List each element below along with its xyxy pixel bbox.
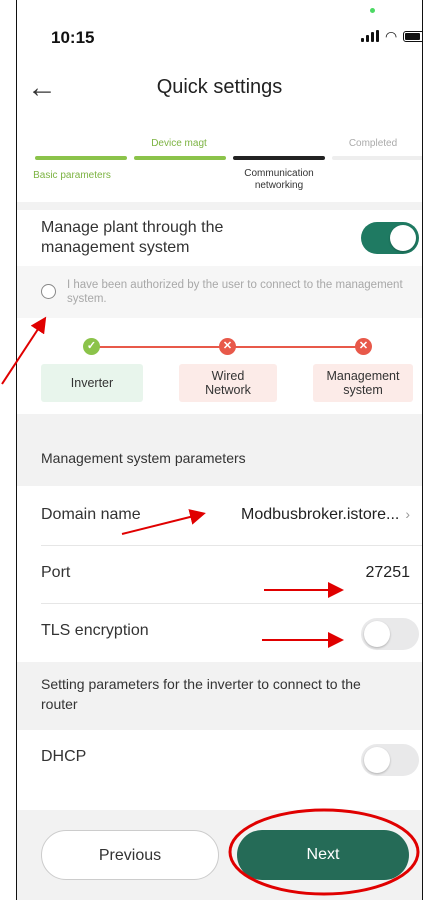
port-value[interactable]: 27251: [366, 564, 411, 582]
step-bar-communication: [233, 156, 325, 160]
step-bar-completed: [332, 156, 422, 160]
node-box-inverter: Inverter: [41, 364, 143, 402]
section-header-bg: Management system parameters: [17, 414, 422, 486]
page-title: Quick settings: [156, 76, 283, 98]
manage-plant-toggle[interactable]: [361, 222, 419, 254]
step-label-basic: Basic parameters: [33, 170, 111, 181]
footer-bar: Previous Next: [17, 810, 422, 900]
previous-button[interactable]: Previous: [41, 830, 219, 880]
port-row[interactable]: Port 27251: [17, 546, 422, 604]
battery-icon: [403, 31, 422, 42]
authorization-text: I have been authorized by the user to co…: [67, 279, 403, 305]
error-x-icon: ✕: [355, 338, 372, 355]
manage-plant-label: Manage plant through the management syst…: [41, 219, 224, 256]
dhcp-row: DHCP: [17, 730, 422, 788]
domain-name-row[interactable]: Domain name Modbusbroker.istore... ›: [17, 488, 422, 546]
dhcp-label: DHCP: [41, 748, 87, 765]
status-bar: 10:15 ◠: [17, 0, 422, 70]
chevron-right-icon: ›: [405, 506, 410, 522]
domain-name-text: Modbusbroker.istore...: [241, 506, 400, 523]
section-header-bg: Setting parameters for the inverter to c…: [17, 662, 422, 730]
connector-line-2: [235, 346, 365, 348]
status-icons: ◠: [361, 28, 422, 44]
connector-line-1: [99, 346, 229, 348]
step-label-completed: Completed: [348, 138, 398, 149]
tls-label: TLS encryption: [41, 622, 149, 639]
step-bar-device: [134, 156, 226, 160]
mic-indicator-dot: [370, 8, 375, 13]
error-x-icon: ✕: [219, 338, 236, 355]
section-title-router: Setting parameters for the inverter to c…: [41, 676, 361, 712]
node-box-management-system: Management system: [313, 364, 413, 402]
authorization-radio[interactable]: [41, 284, 56, 299]
authorization-row[interactable]: I have been authorized by the user to co…: [17, 266, 422, 318]
node-box-wired-network: Wired Network: [179, 364, 277, 402]
nav-header: ← Quick settings: [17, 66, 422, 114]
domain-name-value: Modbusbroker.istore... ›: [241, 506, 410, 524]
signal-icon: [361, 30, 379, 42]
wifi-icon: ◠: [385, 28, 398, 44]
section-divider: [17, 202, 422, 210]
section-title-management: Management system parameters: [41, 450, 246, 466]
domain-name-label: Domain name: [41, 506, 141, 523]
next-button[interactable]: Next: [237, 830, 409, 880]
progress-stepper: Basic parameters Device magt Communicati…: [17, 118, 422, 202]
step-label-device: Device magt: [151, 138, 207, 149]
phone-screen: 10:15 ◠ ← Quick settings Basic parameter…: [16, 0, 423, 900]
dhcp-toggle[interactable]: [361, 744, 419, 776]
status-time: 10:15: [51, 28, 95, 47]
network-status-diagram: ✓ ✕ ✕ Inverter Wired Network Management …: [17, 324, 422, 414]
check-icon: ✓: [83, 338, 100, 355]
step-label-communication: Communication networking: [244, 168, 314, 191]
port-label: Port: [41, 564, 71, 581]
step-bar-basic: [35, 156, 127, 160]
manage-plant-row: Manage plant through the management syst…: [17, 210, 422, 266]
tls-row: TLS encryption: [17, 604, 422, 662]
tls-toggle[interactable]: [361, 618, 419, 650]
